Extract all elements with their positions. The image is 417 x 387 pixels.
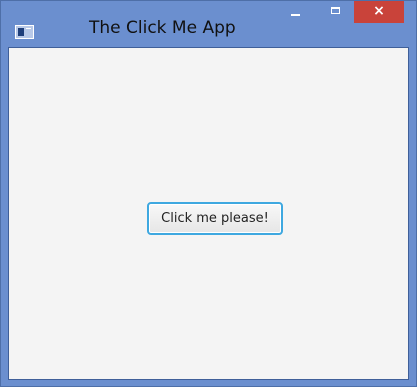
maximize-icon (331, 7, 340, 14)
app-icon-pane (18, 28, 24, 36)
window-title: The Click Me App (89, 18, 236, 38)
close-button[interactable]: × (354, 1, 404, 23)
app-window: The Click Me App × Click me please! (0, 0, 417, 387)
minimize-icon (291, 14, 300, 16)
click-me-button[interactable]: Click me please! (147, 202, 283, 235)
title-bar[interactable]: The Click Me App × (1, 1, 416, 47)
minimize-button[interactable] (277, 1, 315, 22)
close-icon: × (373, 3, 385, 19)
maximize-button[interactable] (319, 1, 353, 22)
app-window-icon[interactable] (15, 25, 34, 39)
app-icon-line (26, 28, 31, 29)
client-area: Click me please! (8, 47, 409, 380)
